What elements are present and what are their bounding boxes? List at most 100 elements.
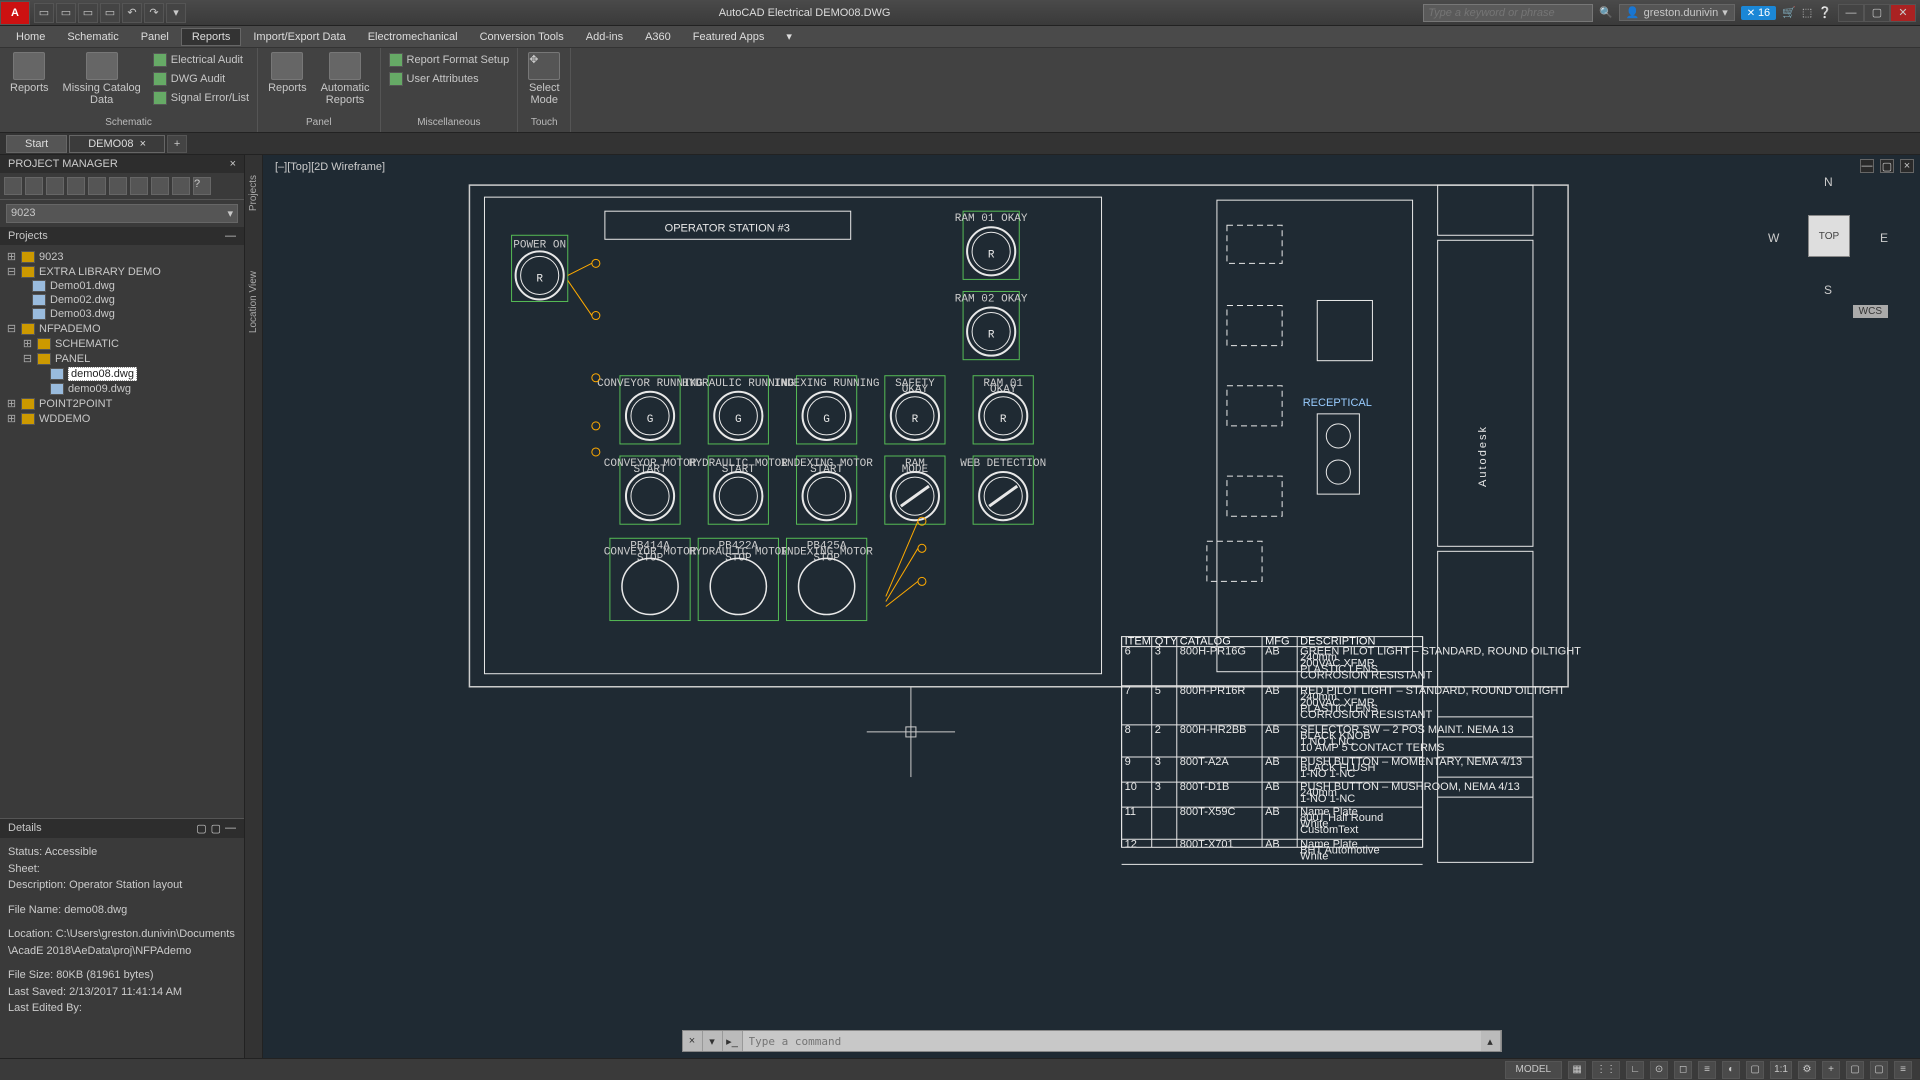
panel-reports-button[interactable]: Reports <box>264 50 311 96</box>
osnap-icon[interactable]: ◻ <box>1674 1061 1692 1079</box>
menu-addins[interactable]: Add-ins <box>576 29 633 45</box>
pm-tool[interactable] <box>130 177 148 195</box>
qat-save[interactable]: ▭ <box>78 3 98 23</box>
schematic-reports-button[interactable]: Reports <box>6 50 53 96</box>
side-tab-projects[interactable]: Projects <box>248 175 259 211</box>
tree-node[interactable]: ⊟PANEL <box>4 351 240 366</box>
help-icon[interactable]: ❔ <box>1818 6 1832 19</box>
report-format-button[interactable]: Report Format Setup <box>387 52 512 68</box>
missing-catalog-button[interactable]: Missing Catalog Data <box>59 50 145 108</box>
tab-demo08[interactable]: DEMO08 × <box>69 135 165 153</box>
pm-tool[interactable] <box>46 177 64 195</box>
cmd-close-icon[interactable]: × <box>683 1031 703 1051</box>
close-button[interactable]: ✕ <box>1890 4 1916 22</box>
pm-project-selector[interactable]: 9023▾ <box>6 204 238 223</box>
command-line[interactable]: × ▾ ▸_ ▴ <box>682 1030 1502 1052</box>
menu-schematic[interactable]: Schematic <box>57 29 128 45</box>
select-mode-button[interactable]: ✥Select Mode <box>524 50 564 108</box>
dwg-audit-button[interactable]: DWG Audit <box>151 71 251 87</box>
svg-text:5: 5 <box>1155 685 1161 697</box>
maximize-button[interactable]: ▢ <box>1864 4 1890 22</box>
qat-open[interactable]: ▭ <box>56 3 76 23</box>
ortho-icon[interactable]: ∟ <box>1626 1061 1644 1079</box>
notification-badge[interactable]: ✕ 16 <box>1741 6 1776 20</box>
automatic-reports-button[interactable]: Automatic Reports <box>317 50 374 108</box>
customize-icon[interactable]: ≡ <box>1894 1061 1912 1079</box>
tab-start[interactable]: Start <box>6 135 67 153</box>
app-logo[interactable]: A <box>0 1 30 25</box>
viewcube[interactable]: N S W E TOP WCS <box>1768 175 1888 315</box>
scale-label[interactable]: 1:1 <box>1770 1061 1792 1079</box>
menu-featuredapps[interactable]: Featured Apps <box>683 29 775 45</box>
menu-home[interactable]: Home <box>6 29 55 45</box>
apps-icon[interactable]: ⬚ <box>1802 6 1812 19</box>
command-input[interactable] <box>743 1035 1481 1048</box>
pm-tool[interactable] <box>109 177 127 195</box>
menu-importexportdata[interactable]: Import/Export Data <box>243 29 355 45</box>
tree-node[interactable]: Demo01.dwg <box>4 279 240 293</box>
status-bar: MODEL ▦ ⋮⋮ ∟ ⊙ ◻ ≡ ◐ ▢ 1:1 ⚙ + ▢ ▢ ≡ <box>0 1058 1920 1080</box>
pm-help-icon[interactable]: ? <box>193 177 211 195</box>
qat-plot[interactable]: ▭ <box>100 3 120 23</box>
tree-node[interactable]: ⊞POINT2POINT <box>4 396 240 411</box>
minimize-button[interactable]: — <box>1838 4 1864 22</box>
tree-node[interactable]: Demo03.dwg <box>4 307 240 321</box>
wcs-selector[interactable]: WCS <box>1853 305 1888 318</box>
menu-a[interactable]: A360 <box>635 29 681 45</box>
lineweight-icon[interactable]: ≡ <box>1698 1061 1716 1079</box>
pm-tool[interactable] <box>4 177 22 195</box>
tree-node[interactable]: ⊞9023 <box>4 249 240 264</box>
collapse-icon[interactable]: — <box>225 230 236 242</box>
signal-error-button[interactable]: Signal Error/List <box>151 90 251 106</box>
pm-tool[interactable] <box>172 177 190 195</box>
svg-text:RAM 02 OKAY: RAM 02 OKAY <box>955 293 1028 305</box>
clean-icon[interactable]: ▢ <box>1870 1061 1888 1079</box>
details-icon[interactable]: ▢ <box>196 822 206 835</box>
polar-icon[interactable]: ⊙ <box>1650 1061 1668 1079</box>
ui-icon[interactable]: ▢ <box>1846 1061 1864 1079</box>
electrical-audit-button[interactable]: Electrical Audit <box>151 52 251 68</box>
menu-electromechanical[interactable]: Electromechanical <box>358 29 468 45</box>
menu-reports[interactable]: Reports <box>181 28 242 46</box>
cmd-expand-icon[interactable]: ▴ <box>1481 1031 1501 1051</box>
search-icon[interactable]: 🔍 <box>1599 6 1613 19</box>
collapse-icon[interactable]: — <box>225 822 236 835</box>
tree-node-active[interactable]: demo08.dwg <box>4 366 240 382</box>
pm-tool[interactable] <box>25 177 43 195</box>
pm-tool[interactable] <box>67 177 85 195</box>
details-icon[interactable]: ▢ <box>211 822 221 835</box>
snap-icon[interactable]: ⋮⋮ <box>1592 1061 1620 1079</box>
new-tab-button[interactable]: + <box>167 135 187 153</box>
qat-redo[interactable]: ↷ <box>144 3 164 23</box>
grid-icon[interactable]: ▦ <box>1568 1061 1586 1079</box>
tree-node[interactable]: Demo02.dwg <box>4 293 240 307</box>
pm-tool[interactable] <box>88 177 106 195</box>
close-tab-icon[interactable]: × <box>140 138 146 150</box>
qat-undo[interactable]: ↶ <box>122 3 142 23</box>
signin-menu[interactable]: 👤greston.dunivin▾ <box>1619 4 1735 21</box>
tree-node[interactable]: ⊞WDDEMO <box>4 411 240 426</box>
gear-icon[interactable]: ⚙ <box>1798 1061 1816 1079</box>
model-tab[interactable]: MODEL <box>1505 1061 1563 1079</box>
infocenter-search[interactable] <box>1423 4 1593 22</box>
pm-close-icon[interactable]: × <box>230 158 236 170</box>
tree-node[interactable]: ⊟EXTRA LIBRARY DEMO <box>4 264 240 279</box>
side-tab-location[interactable]: Location View <box>248 271 259 333</box>
cart-icon[interactable]: 🛒 <box>1782 6 1796 19</box>
tree-node[interactable]: ⊟NFPADEMO <box>4 321 240 336</box>
qat-new[interactable]: ▭ <box>34 3 54 23</box>
tree-node[interactable]: demo09.dwg <box>4 382 240 396</box>
plus-icon[interactable]: + <box>1822 1061 1840 1079</box>
menu-panel[interactable]: Panel <box>131 29 179 45</box>
transparency-icon[interactable]: ◐ <box>1722 1061 1740 1079</box>
drawing-canvas[interactable]: OPERATOR STATION #3 POWER ON R RAM 01 OK… <box>263 155 1920 1058</box>
cycling-icon[interactable]: ▢ <box>1746 1061 1764 1079</box>
tree-node[interactable]: ⊞SCHEMATIC <box>4 336 240 351</box>
user-attributes-button[interactable]: User Attributes <box>387 71 512 87</box>
pm-tool[interactable] <box>151 177 169 195</box>
svg-text:800T-A2A: 800T-A2A <box>1180 756 1230 768</box>
cmd-recent-icon[interactable]: ▾ <box>703 1031 723 1051</box>
menu-conversiontools[interactable]: Conversion Tools <box>470 29 574 45</box>
qat-more[interactable]: ▾ <box>166 3 186 23</box>
menu-overflow[interactable]: ▾ <box>776 28 802 45</box>
